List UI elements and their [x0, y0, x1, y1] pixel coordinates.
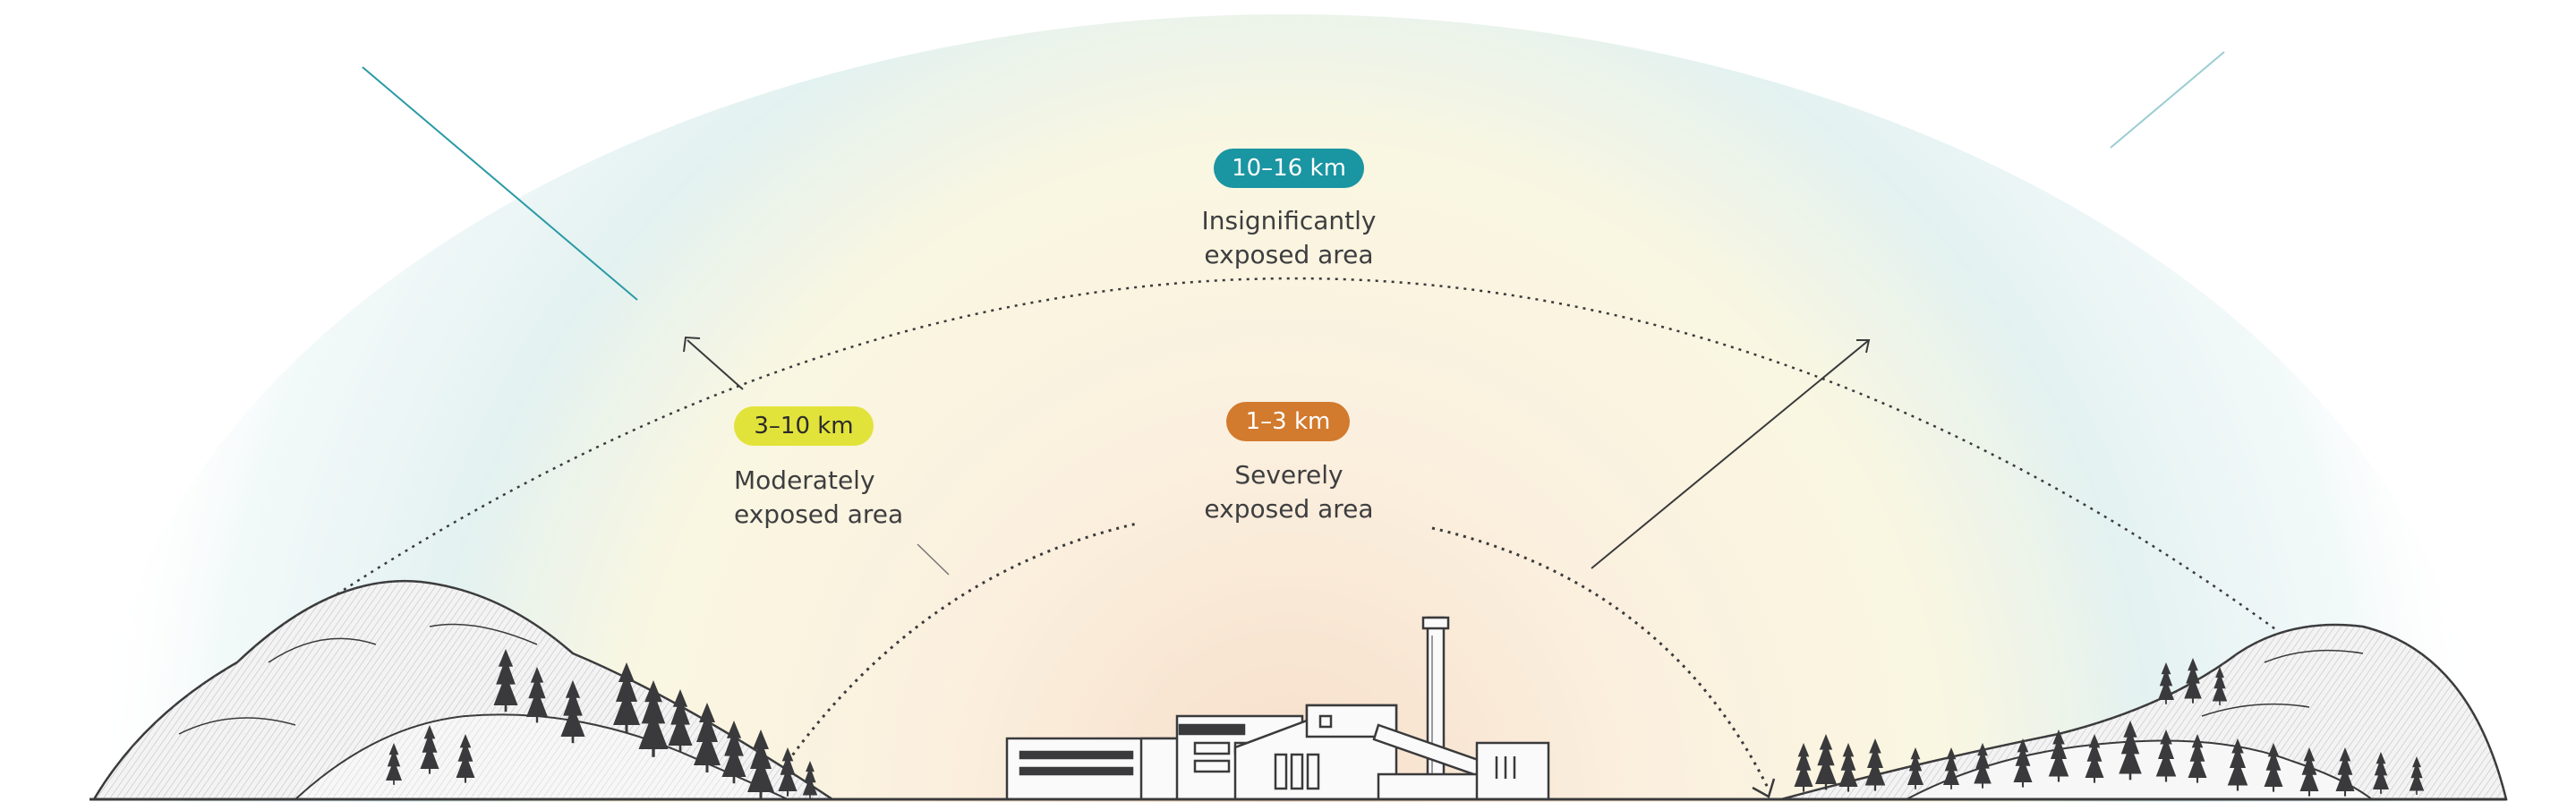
- zone-label-insignificant: Insignificantly exposed area: [1201, 206, 1377, 269]
- zone-badge-insignificant: 10–16 km: [1214, 149, 1364, 188]
- zone-label-moderate: Moderately exposed area: [734, 465, 904, 529]
- zone-badge-moderate: 3–10 km: [734, 406, 874, 446]
- zone-label-severe: Severely exposed area: [1204, 460, 1374, 524]
- teal-ray-right: [2110, 51, 2225, 149]
- exposure-zones-illustration: [90, 14, 2508, 802]
- zone-badge-severe: 1–3 km: [1226, 402, 1350, 441]
